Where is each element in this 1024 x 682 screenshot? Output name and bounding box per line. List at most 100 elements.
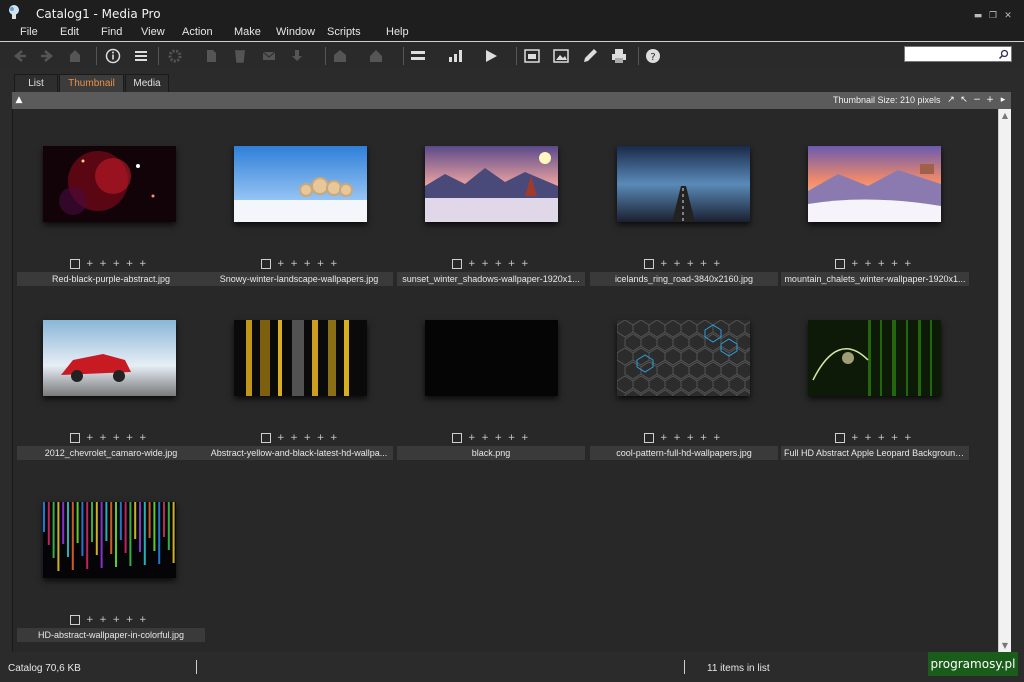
menu-find[interactable]: Find [101,26,122,38]
rating-stars[interactable]: + + + + + [452,259,572,269]
next-icon[interactable]: ▸ [998,95,1008,106]
house-icon[interactable] [368,48,384,64]
printer-icon[interactable] [611,48,627,64]
mail-icon[interactable] [261,48,277,64]
info-icon[interactable] [105,48,121,64]
thumbnail-image[interactable] [617,146,750,222]
menu-make[interactable]: Make [234,26,261,38]
menu-help[interactable]: Help [386,26,409,38]
forward-arrow-icon[interactable] [39,48,55,64]
trash-icon[interactable] [232,48,248,64]
folder-up-icon[interactable] [332,48,348,64]
rating-stars[interactable]: + + + + + [70,615,190,625]
menu-divider [0,41,1024,42]
select-checkbox[interactable] [70,433,80,443]
close-icon[interactable]: ✕ [1001,11,1015,22]
select-checkbox[interactable] [452,259,462,269]
menu-file[interactable]: File [20,26,38,38]
menu-edit[interactable]: Edit [60,26,79,38]
home-icon[interactable] [67,48,83,64]
help-icon[interactable]: ? [645,48,661,64]
zoom-out-icon[interactable]: − [972,95,982,106]
filename-label: mountain_chalets_winter-wallpaper-1920x1… [781,272,969,286]
zoom-in-icon[interactable]: + [985,95,995,106]
rating-stars[interactable]: + + + + + [261,259,381,269]
thumbnail-image[interactable] [43,502,176,578]
thumbnail-image[interactable] [234,320,367,396]
select-checkbox[interactable] [261,259,271,269]
sort-icon[interactable]: ▲ [14,95,24,106]
menu-bar: File Edit Find View Action Make Window S… [0,26,1024,42]
menu-window[interactable]: Window [276,26,315,38]
rating-stars[interactable]: + + + + + [452,433,572,443]
gear-icon[interactable] [167,48,183,64]
thumbnail-grid: + + + + + Red-black-purple-abstract.jpg + … [12,109,998,652]
panel-icon[interactable] [410,48,426,64]
window-icon[interactable] [524,48,540,64]
list-icon[interactable] [133,48,149,64]
image-icon[interactable] [553,48,569,64]
title-bar: Catalog1 - Media Pro ▬ ❐ ✕ [0,0,1024,26]
rating-stars[interactable]: + + + + + [70,259,190,269]
select-checkbox[interactable] [644,433,654,443]
toolbar-divider [638,47,639,65]
menu-view[interactable]: View [141,26,165,38]
tab-list[interactable]: List [14,74,58,92]
tab-media[interactable]: Media [125,74,169,92]
play-icon[interactable] [483,48,499,64]
filename-label: Snowy-winter-landscape-wallpapers.jpg [205,272,393,286]
filename-label: cool-pattern-full-hd-wallpapers.jpg [590,446,778,460]
thumbnail-art [425,146,558,222]
back-arrow-icon[interactable] [12,48,28,64]
thumbnail-image[interactable] [234,146,367,222]
panel-header: ▲ Thumbnail Size: 210 pixels ↗ ↖ − + ▸ [12,92,1011,109]
rating-stars[interactable]: + + + + + [261,433,381,443]
thumbnail-art [425,320,558,396]
thumbnail-image[interactable] [617,320,750,396]
pencil-icon[interactable] [582,48,598,64]
menu-action[interactable]: Action [182,26,213,38]
toolbar-divider [403,47,404,65]
scroll-up-icon[interactable]: ▲ [999,109,1011,122]
search-icon[interactable] [998,49,1009,60]
rating-stars[interactable]: + + + + + [835,259,955,269]
thumbnail-art [234,146,367,222]
select-checkbox[interactable] [835,433,845,443]
vertical-scrollbar[interactable]: ▲ ▼ [998,109,1011,652]
restore-icon[interactable]: ❐ [986,11,1000,22]
rating-stars[interactable]: + + + + + [70,433,190,443]
select-checkbox[interactable] [644,259,654,269]
file-icon[interactable] [203,48,219,64]
status-divider [684,660,685,674]
thumbnail-image[interactable] [808,320,941,396]
select-checkbox[interactable] [70,615,80,625]
select-checkbox[interactable] [261,433,271,443]
thumbnail-image[interactable] [43,146,176,222]
thumbnail-art [234,320,367,396]
thumbnail-art [808,320,941,396]
tab-thumbnail[interactable]: Thumbnail [59,74,124,92]
menu-scripts[interactable]: Scripts [327,26,361,38]
rating-stars[interactable]: + + + + + [644,259,764,269]
catalog-size: Catalog 70,6 KB [8,663,81,674]
view-tabs: List Thumbnail Media [0,70,1024,92]
bar-chart-icon[interactable] [447,48,463,64]
expand-icon[interactable]: ↗ [946,95,956,106]
svg-text:?: ? [650,52,655,63]
collapse-icon[interactable]: ↖ [959,95,969,106]
thumbnail-image[interactable] [425,320,558,396]
scroll-down-icon[interactable]: ▼ [999,639,1011,652]
search-input[interactable] [904,46,1012,62]
thumbnail-image[interactable] [425,146,558,222]
thumbnail-image[interactable] [808,146,941,222]
select-checkbox[interactable] [835,259,845,269]
select-checkbox[interactable] [452,433,462,443]
rating-stars[interactable]: + + + + + [835,433,955,443]
import-icon[interactable] [289,48,305,64]
minimize-icon[interactable]: ▬ [971,11,985,22]
rating-stars[interactable]: + + + + + [644,433,764,443]
filename-label: Abstract-yellow-and-black-latest-hd-wall… [205,446,393,460]
select-checkbox[interactable] [70,259,80,269]
thumbnail-image[interactable] [43,320,176,396]
status-bar: Catalog 70,6 KB 11 items in list [0,656,1024,682]
